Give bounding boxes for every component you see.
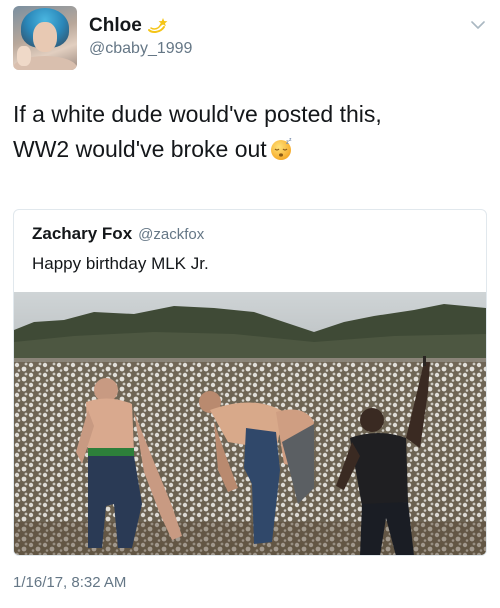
quoted-tweet-text: Happy birthday MLK Jr. bbox=[32, 254, 209, 273]
tweet-text-line-1: If a white dude would've posted this, bbox=[13, 101, 382, 127]
tweet-text: If a white dude would've posted this, WW… bbox=[13, 97, 487, 167]
tweet-timestamp[interactable]: 1/16/17, 8:32 AM bbox=[13, 574, 126, 591]
avatar[interactable] bbox=[13, 6, 77, 70]
quoted-author-handle[interactable]: @zackfox bbox=[138, 226, 204, 243]
author-handle[interactable]: @cbaby_1999 bbox=[89, 40, 192, 58]
tweet-header: Chloe @cbaby_1999 bbox=[13, 6, 487, 70]
quoted-tweet-card[interactable]: Zachary Fox @zackfox Happy birthday MLK … bbox=[13, 209, 487, 556]
author-name-row[interactable]: Chloe bbox=[89, 15, 168, 37]
sleeping-face-emoji-icon: z z bbox=[270, 137, 292, 160]
dizzy-emoji-icon bbox=[147, 18, 168, 33]
svg-text:z: z bbox=[289, 137, 292, 143]
quoted-author-name[interactable]: Zachary Fox bbox=[32, 224, 132, 244]
chevron-down-icon[interactable] bbox=[471, 20, 485, 30]
author-display-name[interactable]: Chloe bbox=[89, 15, 142, 37]
quoted-tweet-photo[interactable] bbox=[14, 292, 486, 556]
tweet-text-line-2: WW2 would've broke out z z bbox=[13, 132, 487, 167]
quoted-tweet-header: Zachary Fox @zackfox bbox=[32, 224, 204, 244]
